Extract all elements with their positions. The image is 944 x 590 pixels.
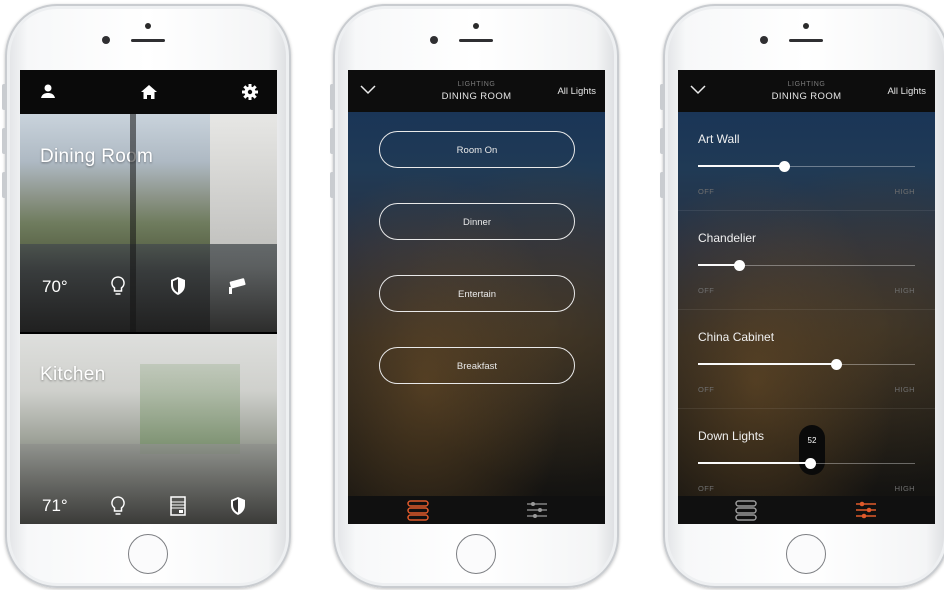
window-photo-area (140, 364, 240, 454)
home-button[interactable] (128, 534, 168, 574)
security-camera-icon[interactable] (226, 274, 250, 298)
bottom-tab-bar (348, 496, 605, 524)
home-button[interactable] (786, 534, 826, 574)
slider-fill (698, 462, 811, 464)
home-top-bar (20, 70, 277, 114)
slider-track[interactable] (698, 260, 915, 271)
off-label: OFF (698, 484, 715, 493)
front-camera (145, 23, 151, 29)
home-screen: Dining Room 70° Kitchen 71° (20, 70, 277, 524)
scene-button[interactable]: Breakfast (379, 347, 575, 384)
slider-track[interactable] (698, 458, 915, 469)
high-label: HIGH (894, 385, 915, 394)
lighting-header: LIGHTING DINING ROOM All Lights (678, 70, 935, 112)
lightbulb-icon[interactable] (106, 274, 130, 298)
sliders-icon[interactable] (525, 499, 549, 521)
lightbulb-icon[interactable] (106, 494, 130, 518)
phone-sliders: LIGHTING DINING ROOM All Lights Art Wall… (660, 4, 944, 588)
slider-handle[interactable] (779, 161, 791, 172)
shades-icon[interactable] (166, 494, 190, 518)
light-name: Art Wall (698, 132, 740, 146)
front-camera (803, 23, 809, 29)
scene-button[interactable]: Room On (379, 131, 575, 168)
proximity-sensor (430, 36, 438, 44)
earpiece-speaker (789, 39, 823, 42)
room-card-dining[interactable]: Dining Room 70° (20, 114, 277, 332)
shield-icon[interactable] (226, 494, 250, 518)
off-label: OFF (698, 187, 715, 196)
off-label: OFF (698, 385, 715, 394)
user-icon[interactable] (38, 82, 58, 102)
scenes-list-icon[interactable] (406, 499, 430, 521)
sliders-screen: LIGHTING DINING ROOM All Lights Art Wall… (678, 70, 935, 524)
room-temperature: 71° (42, 496, 68, 515)
scenes-list-icon[interactable] (734, 499, 758, 521)
light-slider-row: China Cabinet OFF HIGH (678, 310, 935, 409)
light-slider-row: Down Lights 52 OFF HIGH (678, 409, 935, 508)
high-label: HIGH (894, 286, 915, 295)
gear-icon[interactable] (240, 82, 260, 102)
slider-handle[interactable] (831, 359, 843, 370)
high-label: HIGH (894, 187, 915, 196)
high-label: HIGH (894, 484, 915, 493)
lighting-header: LIGHTING DINING ROOM All Lights (348, 70, 605, 112)
shield-icon[interactable] (166, 274, 190, 298)
light-name: Down Lights (698, 429, 765, 443)
bottom-tab-bar (678, 496, 935, 524)
slider-track[interactable] (698, 161, 915, 172)
scenes-screen: LIGHTING DINING ROOM All Lights Room On … (348, 70, 605, 524)
phone-home: Dining Room 70° Kitchen 71° (2, 4, 291, 588)
earpiece-speaker (459, 39, 493, 42)
room-temperature: 70° (42, 277, 68, 296)
proximity-sensor (760, 36, 768, 44)
all-lights-link[interactable]: All Lights (887, 86, 926, 97)
scene-button[interactable]: Entertain (379, 275, 575, 312)
scene-button[interactable]: Dinner (379, 203, 575, 240)
light-slider-row: Art Wall OFF HIGH (678, 112, 935, 211)
sliders-icon[interactable] (854, 499, 878, 521)
light-slider-row: Chandelier OFF HIGH (678, 211, 935, 310)
light-name: Chandelier (698, 231, 757, 245)
slider-handle[interactable] (733, 260, 745, 271)
phone-scenes: LIGHTING DINING ROOM All Lights Room On … (330, 4, 619, 588)
slider-track[interactable] (698, 359, 915, 370)
home-button[interactable] (456, 534, 496, 574)
home-icon[interactable] (139, 82, 159, 102)
front-camera (473, 23, 479, 29)
light-name: China Cabinet (698, 330, 775, 344)
earpiece-speaker (131, 39, 165, 42)
room-card-kitchen[interactable]: Kitchen 71° (20, 334, 277, 524)
room-name: Kitchen (40, 364, 106, 385)
slider-fill (698, 165, 785, 167)
slider-fill (698, 363, 837, 365)
off-label: OFF (698, 286, 715, 295)
room-name: Dining Room (40, 146, 154, 167)
all-lights-link[interactable]: All Lights (557, 86, 596, 97)
proximity-sensor (102, 36, 110, 44)
